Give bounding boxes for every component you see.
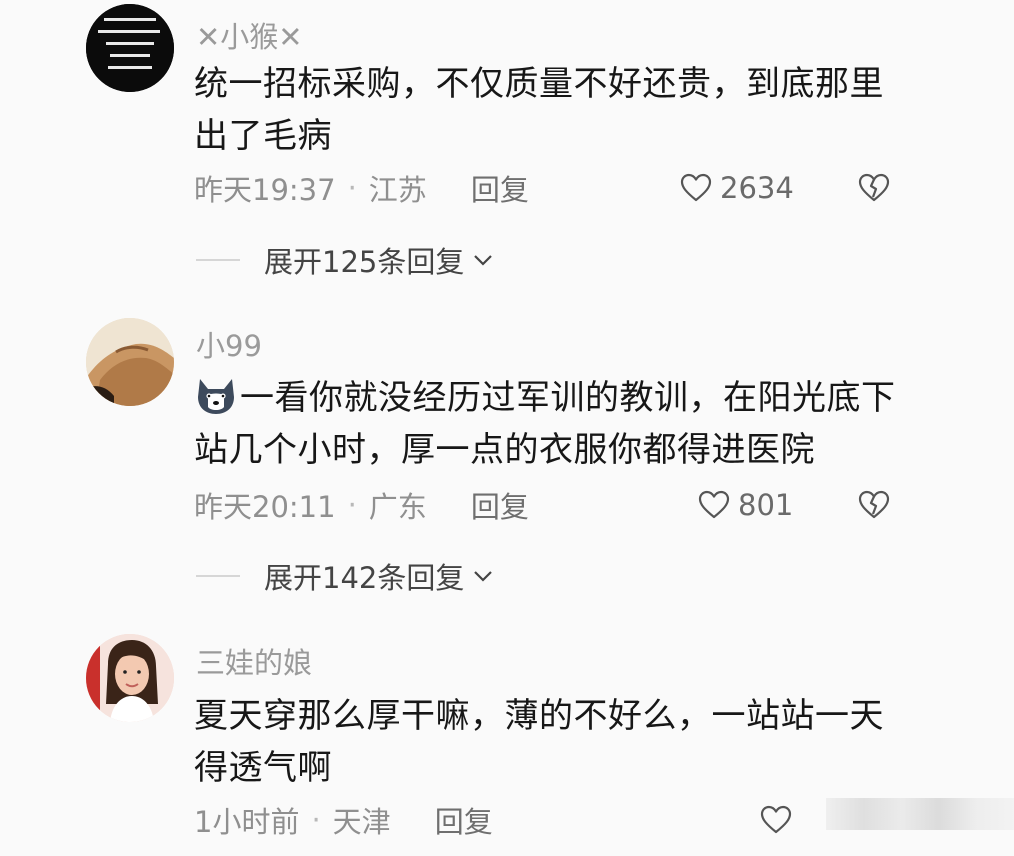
comment-location: 江苏 <box>368 173 427 207</box>
comment-time: 1小时前 <box>194 805 300 839</box>
heart-icon <box>698 490 730 519</box>
expand-replies-label: 展开142条回复 <box>264 561 465 595</box>
like-button[interactable]: 2634 <box>680 168 794 208</box>
heart-icon <box>680 173 712 202</box>
woman-avatar-icon <box>86 634 174 722</box>
like-button[interactable] <box>760 800 800 840</box>
chevron-down-icon <box>474 571 493 582</box>
comment-text-content: 一看你就没经历过军训的教训，在阳光底下站几个小时，厚一点的衣服你都得进医院 <box>194 378 896 470</box>
reply-button[interactable]: 回复 <box>471 484 529 526</box>
reply-button[interactable]: 回复 <box>471 167 529 209</box>
heart-icon <box>760 805 792 834</box>
separator-dot: · <box>347 488 357 522</box>
comment-meta: 昨天20:11 · 广东 回复 <box>194 485 529 525</box>
divider-line <box>196 575 240 577</box>
comment-text: 统一招标采购，不仅质量不好还贵，到底那里出了毛病 <box>194 64 884 156</box>
comment-text: 夏天穿那么厚干嘛，薄的不好么，一站站一天得透气啊 <box>194 696 884 788</box>
like-button[interactable]: 801 <box>698 485 793 525</box>
dislike-button[interactable] <box>856 168 892 208</box>
comment-time: 昨天19:37 <box>194 173 336 207</box>
comment-meta: 1小时前 · 天津 回复 <box>194 800 493 840</box>
comment-location: 天津 <box>332 805 391 839</box>
chevron-down-icon <box>474 255 493 266</box>
blurred-area <box>826 798 1014 830</box>
divider-line <box>196 259 240 261</box>
like-count: 2634 <box>720 171 794 205</box>
reply-button[interactable]: 回复 <box>435 799 493 841</box>
broken-heart-icon <box>858 490 890 519</box>
comment-time: 昨天20:11 <box>194 490 336 524</box>
expand-replies-button[interactable]: 展开142条回复 <box>196 556 494 596</box>
username[interactable]: 三娃的娘 <box>196 640 312 682</box>
avatar[interactable] <box>86 4 174 92</box>
comment-list: ✕小猴✕ 统一招标采购，不仅质量不好还贵，到底那里出了毛病 昨天19:37 · … <box>0 0 1014 856</box>
comment-location: 广东 <box>368 490 427 524</box>
expand-replies-label: 展开125条回复 <box>264 245 465 279</box>
comment-meta: 昨天19:37 · 江苏 回复 <box>194 168 529 208</box>
husky-emoji-icon <box>194 375 238 417</box>
dislike-button[interactable] <box>856 485 892 525</box>
broken-heart-icon <box>858 173 890 202</box>
comment-text: 一看你就没经历过军训的教训，在阳光底下站几个小时，厚一点的衣服你都得进医院 <box>194 372 914 476</box>
username[interactable]: 小99 <box>196 323 262 365</box>
avatar[interactable] <box>86 634 174 722</box>
cat-avatar-icon <box>86 318 174 406</box>
expand-replies-button[interactable]: 展开125条回复 <box>196 240 494 280</box>
username[interactable]: ✕小猴✕ <box>196 14 303 56</box>
text-avatar-icon <box>86 4 174 92</box>
separator-dot: · <box>311 803 321 837</box>
avatar[interactable] <box>86 318 174 406</box>
separator-dot: · <box>347 171 357 205</box>
like-count: 801 <box>738 488 794 522</box>
